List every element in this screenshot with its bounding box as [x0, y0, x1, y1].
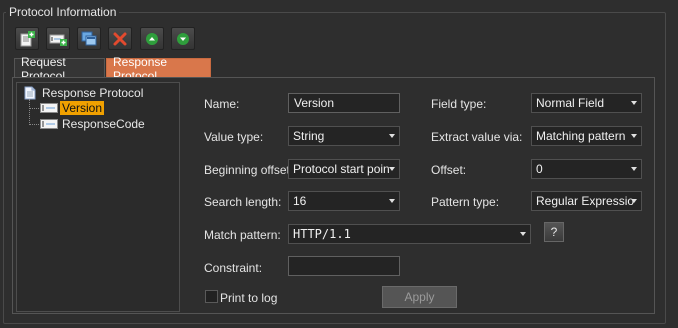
tab-response-protocol[interactable]: Response Protocol — [106, 55, 211, 83]
pattern-type-select[interactable]: Regular Expressio — [531, 191, 642, 211]
tree-item-version-label: Version — [60, 101, 105, 115]
add-icon — [20, 30, 35, 46]
chevron-down-icon — [389, 167, 395, 171]
apply-button[interactable]: Apply — [382, 286, 457, 308]
tree-item-responsecode[interactable]: ResponseCode — [40, 116, 147, 132]
copy-button[interactable] — [77, 27, 101, 50]
pattern-type-label: Pattern type: — [431, 195, 500, 209]
constraint-label: Constraint: — [204, 261, 263, 275]
field-icon — [40, 103, 58, 113]
field-type-value: Normal Field — [536, 96, 605, 110]
offset-label: Offset: — [431, 163, 467, 177]
print-to-log-label: Print to log — [220, 291, 278, 305]
move-down-icon — [177, 32, 189, 45]
extract-value-value: Matching pattern — [536, 129, 626, 143]
value-type-label: Value type: — [204, 130, 264, 144]
search-length-select[interactable]: 16 — [288, 191, 400, 211]
insert-field-button[interactable] — [46, 27, 70, 50]
chevron-down-icon — [631, 101, 637, 105]
tree-item-responsecode-label: ResponseCode — [62, 117, 145, 131]
beginning-offset-select[interactable]: Protocol start poin — [288, 159, 400, 179]
move-down-button[interactable] — [171, 27, 195, 50]
value-type-value: String — [293, 129, 325, 143]
match-pattern-select[interactable]: HTTP/1.1 — [288, 224, 531, 244]
field-type-label: Field type: — [431, 97, 487, 111]
chevron-down-icon — [631, 199, 637, 203]
search-length-label: Search length: — [204, 195, 282, 209]
print-to-log-checkbox[interactable] — [205, 290, 218, 303]
add-button[interactable] — [15, 27, 39, 50]
match-pattern-label: Match pattern: — [204, 228, 281, 242]
delete-button[interactable] — [108, 27, 132, 50]
pattern-help-button[interactable]: ? — [544, 222, 564, 242]
extract-value-select[interactable]: Matching pattern — [531, 126, 642, 146]
tree-connector — [29, 108, 39, 109]
protocol-tree[interactable]: Response Protocol Version ResponseCode — [16, 82, 180, 312]
copy-icon — [81, 31, 97, 45]
chevron-down-icon — [631, 167, 637, 171]
chevron-down-icon — [389, 199, 395, 203]
tree-item-version[interactable]: Version — [40, 100, 105, 116]
insert-field-icon — [49, 34, 67, 46]
offset-select[interactable]: 0 — [531, 159, 642, 179]
group-title: Protocol Information — [6, 5, 120, 19]
field-type-select[interactable]: Normal Field — [531, 93, 642, 113]
name-field[interactable]: Version — [288, 93, 400, 113]
value-type-select[interactable]: String — [288, 126, 400, 146]
pattern-type-value: Regular Expressio — [536, 194, 635, 208]
chevron-down-icon — [631, 134, 637, 138]
tree-root-label: Response Protocol — [42, 86, 144, 100]
document-icon — [24, 86, 36, 100]
tree-root[interactable]: Response Protocol — [23, 85, 145, 101]
beginning-offset-label: Beginning offset: — [204, 163, 294, 177]
chevron-down-icon — [520, 232, 526, 236]
match-pattern-value: HTTP/1.1 — [293, 227, 351, 241]
chevron-down-icon — [389, 134, 395, 138]
search-length-value: 16 — [293, 194, 307, 208]
move-up-button[interactable] — [140, 27, 164, 50]
beginning-offset-value: Protocol start poin — [293, 162, 390, 176]
tree-connector — [29, 99, 30, 125]
tab-request-protocol[interactable]: Request Protocol — [14, 55, 105, 83]
offset-value: 0 — [536, 162, 543, 176]
field-icon — [40, 119, 58, 129]
name-label: Name: — [204, 97, 240, 111]
move-up-icon — [146, 32, 158, 45]
extract-value-label: Extract value via: — [431, 130, 523, 144]
tree-connector — [29, 124, 39, 125]
constraint-field[interactable] — [288, 256, 400, 276]
delete-icon — [113, 32, 127, 45]
